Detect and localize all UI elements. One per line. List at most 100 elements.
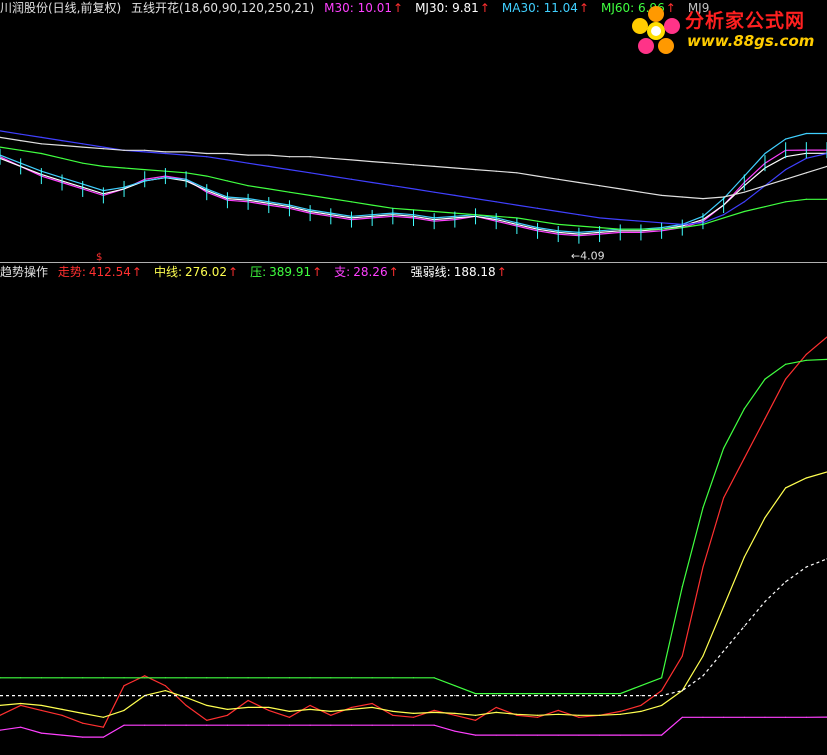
series-point	[185, 694, 187, 697]
series-point	[350, 724, 353, 726]
series-point	[805, 566, 807, 568]
indicator-bar: 趋势操作 走势: 412.54↑ 中线: 276.02↑ 压: 389.91↑ 支: 28.2…	[0, 264, 525, 280]
series-point	[226, 694, 229, 697]
series-point	[123, 724, 125, 726]
series-point	[454, 730, 456, 732]
series-point	[474, 692, 477, 695]
series-point	[371, 694, 373, 697]
series-point	[82, 722, 84, 724]
series-point	[619, 692, 621, 695]
stock-title: 川润股份(日线,前复权)	[0, 1, 122, 15]
series-point	[185, 724, 187, 726]
series-point	[785, 363, 787, 365]
series-point	[661, 694, 663, 697]
series-point	[61, 734, 63, 736]
series-point	[516, 694, 518, 697]
series-point	[723, 605, 725, 608]
series-point	[702, 716, 704, 718]
series-point	[330, 710, 332, 712]
series-point	[474, 694, 477, 697]
series-point	[144, 675, 146, 677]
series-point	[454, 685, 456, 687]
series-point	[309, 694, 311, 697]
series-point	[785, 716, 787, 718]
series-point	[309, 677, 311, 679]
indicator-item-3: 支: 28.26↑	[334, 265, 399, 279]
series-point	[433, 724, 435, 726]
series-point	[557, 709, 559, 711]
series-point	[723, 650, 725, 652]
series-point	[764, 516, 766, 519]
indicator-item-2: 压: 389.91↑	[250, 265, 323, 279]
series-point	[371, 724, 373, 726]
series-point	[640, 734, 642, 736]
indicator-item-4: 强弱线: 188.18↑	[410, 265, 507, 279]
series-point	[516, 734, 518, 736]
series-point	[144, 694, 146, 697]
series-point	[681, 586, 683, 588]
series-line-3	[0, 716, 827, 738]
series-point	[433, 694, 435, 697]
series-point	[226, 724, 229, 726]
up-arrow-icon: ↑	[131, 265, 142, 279]
series-point	[82, 736, 84, 738]
series-point	[309, 704, 311, 707]
series-point	[20, 694, 22, 697]
indicator-item-1: 中线: 276.02↑	[153, 265, 239, 279]
series-point	[123, 677, 125, 679]
series-point	[247, 677, 249, 679]
series-point	[598, 714, 601, 716]
series-point	[557, 694, 559, 697]
series-point	[743, 408, 745, 410]
series-point	[805, 353, 807, 355]
series-point	[805, 477, 807, 479]
series-point	[640, 685, 642, 687]
series-line-0	[0, 336, 827, 728]
series-point	[226, 708, 229, 711]
series-point	[144, 677, 146, 679]
series-point	[640, 694, 642, 697]
series-point	[102, 694, 104, 697]
series-point	[598, 734, 601, 736]
series-point	[40, 732, 42, 734]
series-point	[454, 714, 456, 716]
series-point	[268, 677, 270, 679]
flower-logo-icon	[632, 6, 680, 54]
header-item-2: MA30: 11.04↑	[501, 1, 589, 15]
series-point	[206, 724, 208, 726]
series-point	[433, 711, 435, 713]
series-point	[40, 709, 42, 711]
series-point	[392, 724, 394, 726]
series-point	[350, 677, 353, 679]
series-point	[412, 694, 415, 697]
series-point	[61, 694, 63, 697]
series-point	[206, 719, 208, 721]
series-point	[206, 694, 208, 697]
series-point	[661, 704, 663, 707]
series-point	[619, 710, 621, 712]
series-point	[185, 677, 187, 679]
series-point	[164, 694, 166, 697]
series-point	[82, 677, 84, 679]
series-point	[392, 710, 394, 712]
series-point	[371, 677, 373, 679]
series-point	[102, 726, 104, 728]
series-point	[268, 724, 270, 726]
series-point	[309, 708, 311, 711]
series-point	[474, 734, 477, 736]
series-point	[330, 714, 332, 716]
series-point	[785, 378, 787, 380]
series-point	[681, 690, 683, 692]
series-point	[516, 692, 518, 695]
series-point	[764, 601, 766, 603]
series-point	[474, 714, 477, 716]
series-point	[102, 716, 104, 718]
series-point	[185, 696, 187, 699]
series-point	[723, 447, 725, 449]
series-point	[805, 359, 807, 361]
series-point	[516, 713, 518, 715]
series-point	[474, 719, 477, 721]
series-point	[723, 716, 725, 718]
indicator-chart[interactable]	[0, 0, 827, 755]
series-point	[102, 677, 104, 679]
